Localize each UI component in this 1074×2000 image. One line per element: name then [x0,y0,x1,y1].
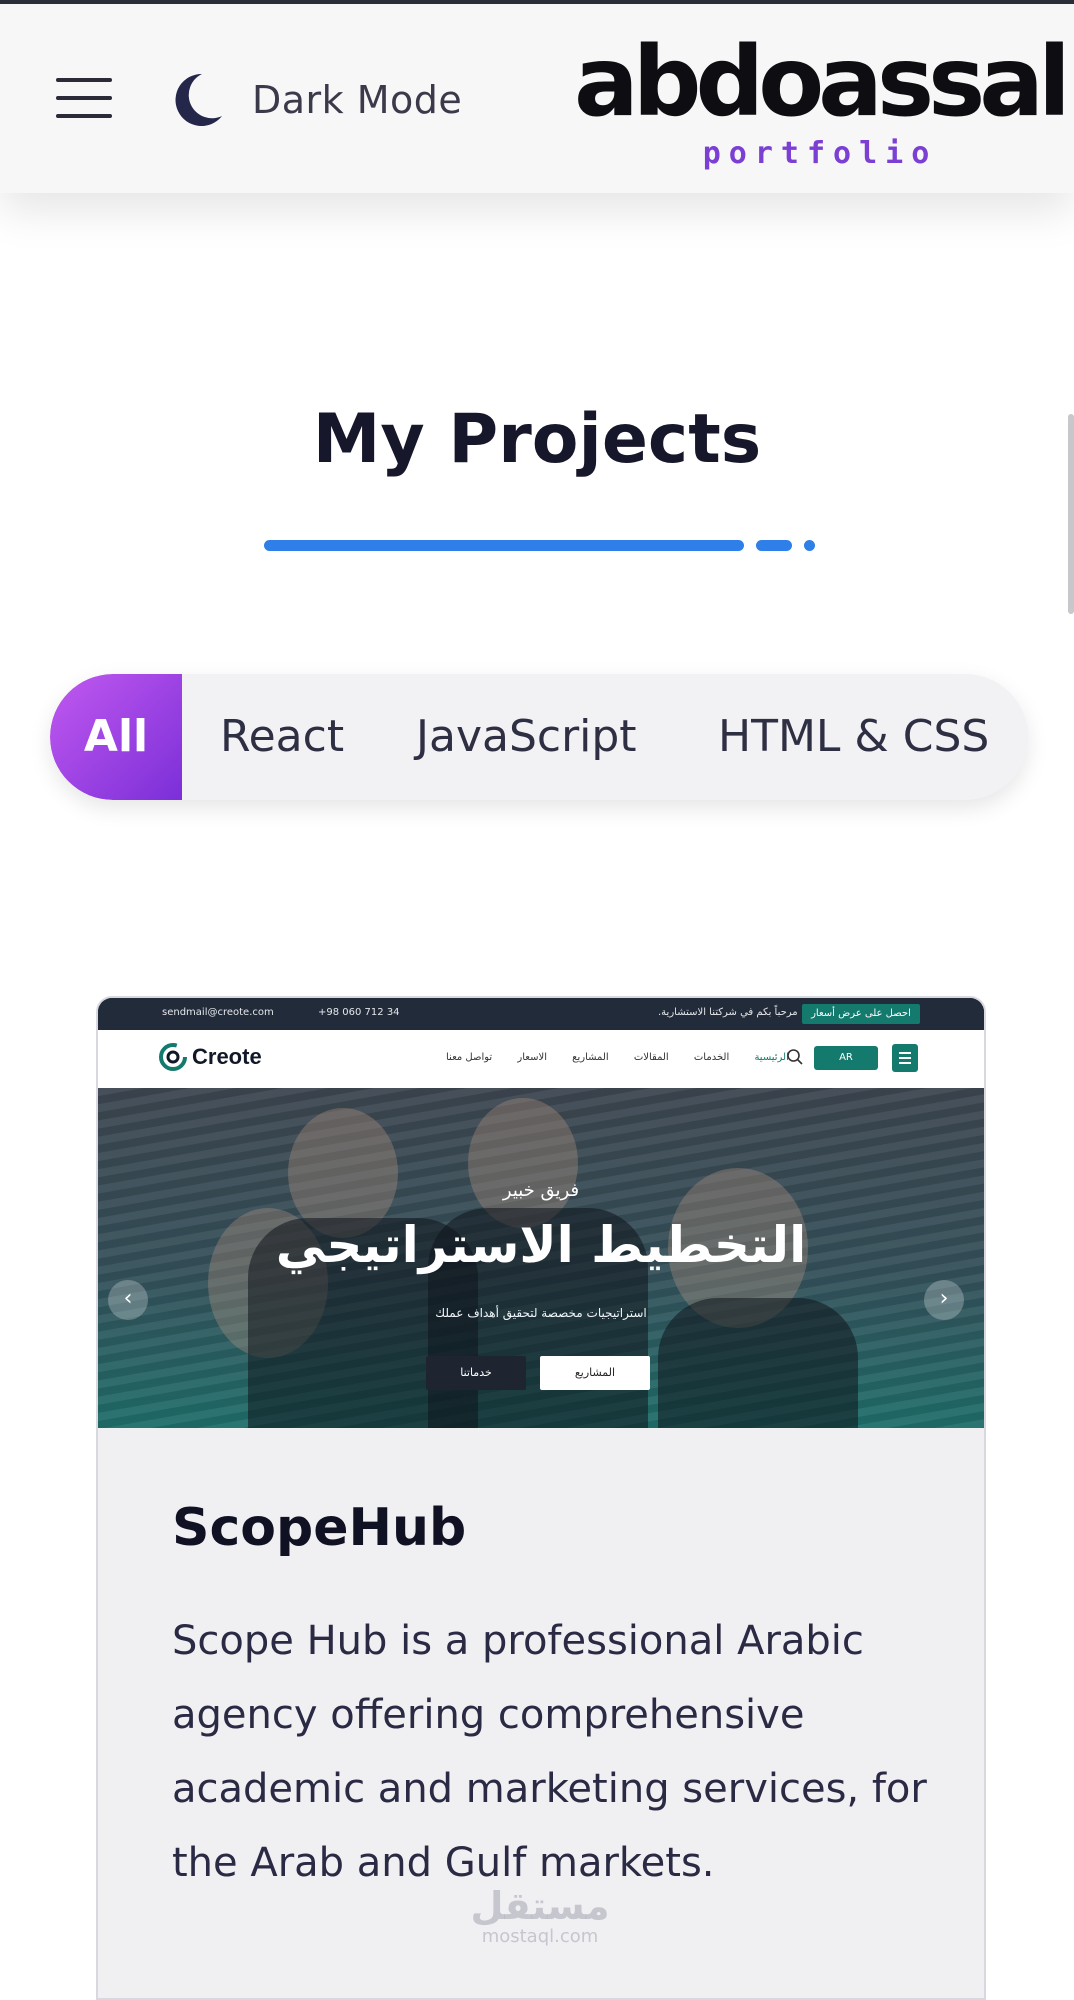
screenshot-offer-button: احصل على عرض أسعار [802,1004,920,1024]
section-title: My Projects [312,400,762,479]
creote-logo-icon [159,1043,187,1071]
moon-icon [175,73,222,126]
screenshot-nav-item: المشاريع [572,1052,609,1063]
chevron-right-icon: › [924,1280,964,1320]
site-logo-subtitle: portfolio [702,136,938,171]
dark-mode-toggle[interactable]: Dark Mode [172,70,462,130]
filter-html-css[interactable]: HTML & CSS [718,674,989,800]
screenshot-hero: فريق خبير التخطيط الاستراتيجي استراتيجيا… [98,1088,984,1428]
hamburger-menu-icon[interactable] [56,76,112,120]
watermark-logo: مستقل mostaql.com [470,1886,610,1948]
title-underline-short [756,540,792,551]
screenshot-menu-icon [892,1044,918,1072]
screenshot-email: sendmail@creote.com [162,1007,274,1018]
hero-description: استراتيجيات مخصصة لتحقيق أهداف عملك [435,1306,647,1320]
watermark-latin: mostaql.com [481,1926,599,1947]
project-description: Scope Hub is a professional Arabic agenc… [172,1618,927,1886]
screenshot-phone: +98 060 712 34 [318,1007,400,1018]
screenshot-nav-item: الرئيسية [754,1052,789,1063]
watermark-arabic: مستقل [470,1884,610,1928]
hero-services-button: خدماتنا [426,1356,526,1390]
screenshot-language-select: AR [814,1046,878,1070]
site-logo[interactable]: abdoassal. [574,34,1074,130]
project-filter-bar: All React JavaScript HTML & CSS [50,674,1028,800]
hero-subtitle: فريق خبير [502,1180,580,1201]
chevron-left-icon: ‹ [108,1280,148,1320]
site-header: Dark Mode abdoassal. portfolio [0,4,1074,193]
title-underline-long [264,540,744,551]
project-title: ScopeHub [172,1498,467,1558]
project-card[interactable]: sendmail@creote.com +98 060 712 34 مرحبا… [96,996,986,2000]
screenshot-navbar: Creote الرئيسية الخدمات المقالات المشاري… [98,1030,984,1089]
hero-projects-button: المشاريع [540,1356,650,1390]
screenshot-brand-name: Creote [192,1044,262,1069]
search-icon [787,1049,803,1065]
filter-all[interactable]: All [50,674,182,800]
dark-mode-label: Dark Mode [252,78,463,122]
filter-react[interactable]: React [220,674,344,800]
filter-javascript[interactable]: JavaScript [416,674,637,800]
screenshot-nav-item: الاسعار [517,1052,547,1063]
screenshot-brand: Creote [158,1042,262,1072]
screenshot-nav-item: تواصل معنا [446,1052,493,1063]
hero-title: التخطيط الاستراتيجي [275,1216,807,1274]
screenshot-topbar: sendmail@creote.com +98 060 712 34 مرحبا… [98,998,984,1030]
screenshot-nav-item: المقالات [633,1052,669,1063]
screenshot-nav-item: الخدمات [693,1052,730,1063]
project-screenshot: sendmail@creote.com +98 060 712 34 مرحبا… [98,998,984,1428]
screenshot-welcome: مرحباً بكم في شركتنا الاستشارية. [658,1007,798,1018]
screenshot-nav-links: الرئيسية الخدمات المقالات المشاريع الاسع… [424,1052,789,1063]
title-underline-dot [804,540,815,551]
